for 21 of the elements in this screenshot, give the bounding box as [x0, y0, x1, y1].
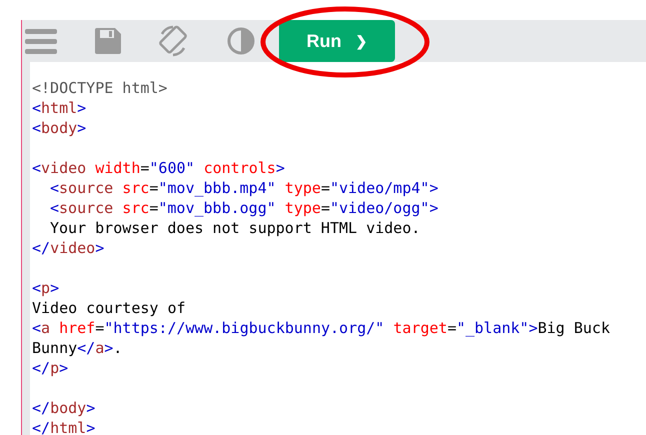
code-line: Your browser does not support HTML video.: [50, 219, 420, 237]
code-editor[interactable]: [30, 62, 646, 435]
code-line: <html>: [32, 99, 86, 117]
code-line: <p>: [32, 279, 60, 297]
menu-icon[interactable]: [24, 27, 58, 55]
code-line: Video courtesy of: [32, 299, 186, 317]
code-line: <a href="https://www.bigbuckbunny.org/" target="_blank">Big Buck: [32, 319, 610, 337]
code-line: <source src="mov_bbb.mp4" type="video/mp4">: [50, 179, 438, 197]
code-line: <video width="600" controls>: [32, 159, 285, 177]
rotate-icon[interactable]: [156, 24, 190, 58]
code-line: </html>: [32, 419, 96, 435]
code-line: </body>: [32, 399, 96, 417]
code-line: <source src="mov_bbb.ogg" type="video/ogg">: [50, 199, 438, 217]
run-button[interactable]: Run ❯: [279, 20, 395, 62]
contrast-icon[interactable]: [227, 27, 255, 55]
code-line: Bunny</a>.: [32, 339, 122, 357]
code-line: <!DOCTYPE html>: [32, 79, 168, 97]
code-line: <body>: [32, 119, 86, 137]
code-line: </video>: [32, 239, 104, 257]
code-line: </p>: [32, 359, 68, 377]
save-icon[interactable]: [94, 27, 122, 55]
